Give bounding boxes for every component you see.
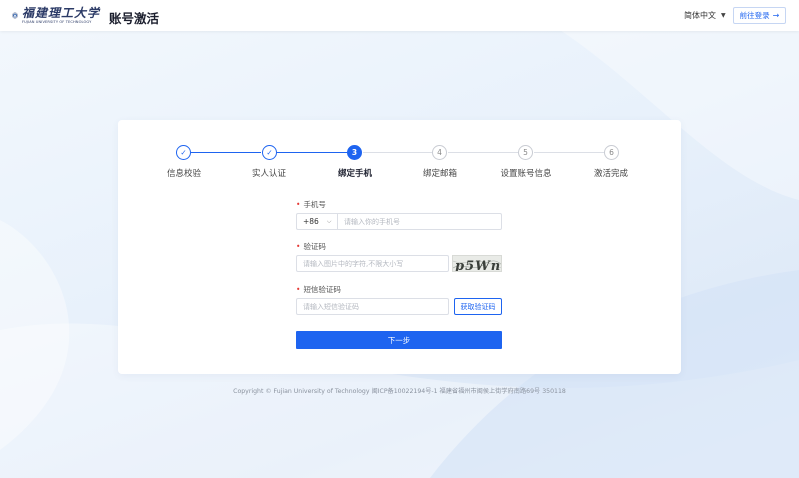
chevron-down-icon: ⌵: [326, 217, 332, 225]
country-code-value: +86: [303, 217, 319, 226]
logo-english-name: FUJIAN UNIVERSITY OF TECHNOLOGY: [21, 19, 92, 24]
captcha-field-label: • 验证码: [296, 242, 326, 251]
university-logo[interactable]: 福建理工大学 FUJIAN UNIVERSITY OF TECHNOLOGY: [12, 4, 100, 27]
go-to-login-button[interactable]: 前往登录 →: [733, 7, 786, 24]
step-1-label: 信息校验: [166, 169, 202, 179]
sms-placeholder: 请输入短信验证码: [303, 302, 359, 311]
language-label: 简体中文: [684, 11, 716, 20]
captcha-text: p5Wn: [455, 259, 501, 272]
captcha-placeholder: 请输入图片中的字符,不限大小写: [303, 259, 404, 268]
step-connector-5: [534, 152, 604, 153]
sms-field-label: • 短信验证码: [296, 285, 341, 294]
required-marker: •: [296, 242, 301, 251]
step-4-label: 绑定邮箱: [422, 169, 458, 179]
phone-placeholder: 请输入你的手机号: [344, 217, 400, 226]
footer-copyright: Copyright © Fujian University of Technol…: [233, 388, 566, 395]
caret-down-icon: ▼: [721, 12, 726, 19]
step-connector-1: [191, 152, 261, 153]
required-marker: •: [296, 285, 301, 294]
captcha-input[interactable]: 请输入图片中的字符,不限大小写: [296, 255, 449, 272]
captcha-noise-icon: p5Wn: [453, 259, 501, 272]
page-title: 账号激活: [109, 11, 160, 26]
step-connector-4: [448, 152, 518, 153]
step-6-label: 激活完成: [593, 169, 629, 179]
captcha-image[interactable]: p5Wn: [452, 255, 502, 272]
country-code-select[interactable]: +86 ⌵: [296, 213, 338, 230]
university-emblem-icon: [12, 12, 18, 19]
get-sms-code-button[interactable]: 获取验证码: [454, 298, 502, 315]
arrow-right-icon: →: [772, 11, 780, 20]
step-2-check-icon: ✓: [262, 145, 277, 160]
step-6-number: 6: [604, 145, 619, 160]
phone-input[interactable]: 请输入你的手机号: [337, 213, 502, 230]
phone-field-label: • 手机号: [296, 200, 326, 209]
step-3-number: 3: [347, 145, 362, 160]
step-connector-2: [277, 152, 347, 153]
step-2-label: 实人认证: [251, 169, 287, 179]
step-connector-3: [363, 152, 432, 153]
step-4-number: 4: [432, 145, 447, 160]
logo-chinese-name: 福建理工大学: [21, 5, 100, 20]
step-5-number: 5: [518, 145, 533, 160]
step-1-check-icon: ✓: [176, 145, 191, 160]
login-button-label: 前往登录: [739, 11, 770, 20]
sms-code-input[interactable]: 请输入短信验证码: [296, 298, 449, 315]
language-selector[interactable]: 简体中文 ▼: [684, 10, 726, 21]
top-header: 福建理工大学 FUJIAN UNIVERSITY OF TECHNOLOGY 账…: [0, 0, 799, 31]
step-3-label: 绑定手机: [337, 169, 373, 179]
step-5-label: 设置账号信息: [500, 169, 552, 179]
required-marker: •: [296, 200, 301, 209]
next-step-button[interactable]: 下一步: [296, 331, 502, 349]
